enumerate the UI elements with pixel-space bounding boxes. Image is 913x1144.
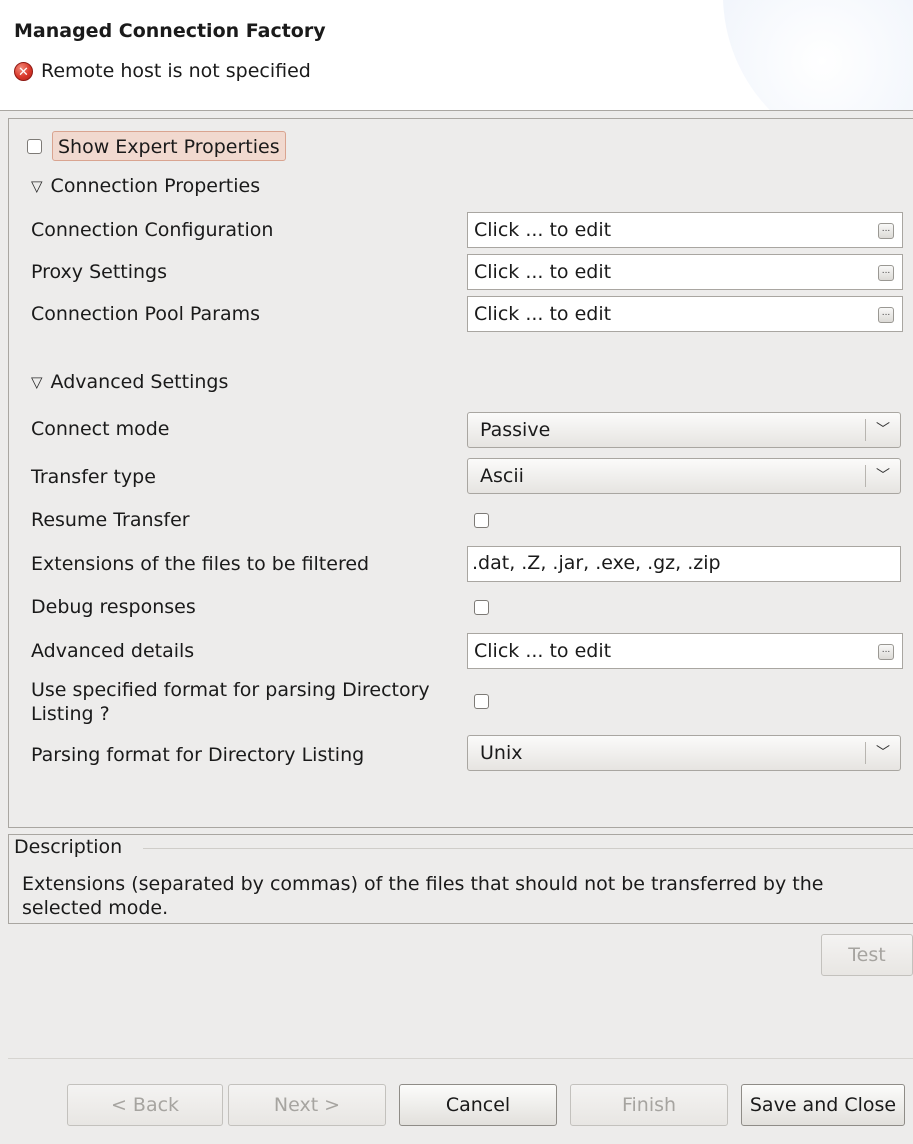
field-value: Click ... to edit [474, 261, 612, 283]
use-format-label: Use specified format for parsing Directo… [31, 678, 430, 726]
description-title: Description [14, 836, 129, 858]
advanced-details-field[interactable]: Click ... to edit ... [467, 633, 903, 669]
description-line: selected mode. [22, 897, 169, 919]
finish-button[interactable]: Finish [570, 1084, 728, 1126]
use-format-label-line: Use specified format for parsing Directo… [31, 679, 430, 701]
extensions-field[interactable] [467, 546, 901, 582]
field-value: Click ... to edit [474, 640, 612, 662]
status-message: ✕ Remote host is not specified [14, 60, 311, 82]
connect-mode-label: Connect mode [31, 418, 170, 440]
ellipsis-button-icon[interactable]: ... [878, 644, 894, 660]
section-title: Connection Properties [50, 175, 261, 197]
ellipsis-button-icon[interactable]: ... [878, 265, 894, 281]
debug-responses-checkbox[interactable] [474, 600, 489, 615]
cancel-button[interactable]: Cancel [399, 1084, 557, 1126]
section-title: Advanced Settings [50, 371, 229, 393]
chevron-down-icon: ﹀ [876, 468, 890, 484]
advanced-details-label: Advanced details [31, 640, 195, 662]
chevron-down-icon: ﹀ [876, 745, 890, 761]
use-format-checkbox[interactable] [474, 694, 489, 709]
field-value: Click ... to edit [474, 303, 612, 325]
select-value: Ascii [480, 465, 524, 487]
parsing-format-label: Parsing format for Directory Listing [31, 744, 365, 766]
chevron-down-icon: ﹀ [876, 422, 890, 438]
parsing-format-select[interactable]: Unix ﹀ [467, 735, 901, 771]
connection-properties-toggle[interactable]: ▽ Connection Properties [31, 175, 260, 197]
show-expert-checkbox[interactable] [27, 139, 42, 154]
transfer-type-label: Transfer type [31, 466, 156, 488]
connection-configuration-field[interactable]: Click ... to edit ... [467, 212, 903, 248]
header-decoration [723, 0, 913, 110]
transfer-type-select[interactable]: Ascii ﹀ [467, 458, 901, 494]
description-line: Extensions (separated by commas) of the … [22, 873, 824, 895]
triangle-down-icon: ▽ [31, 177, 43, 195]
extensions-input[interactable] [472, 552, 892, 574]
wizard-header: Managed Connection Factory ✕ Remote host… [0, 0, 913, 111]
select-separator [865, 419, 866, 441]
connection-pool-params-label: Connection Pool Params [31, 303, 261, 325]
select-value: Unix [480, 742, 523, 764]
page-title: Managed Connection Factory [14, 20, 326, 42]
select-separator [865, 465, 866, 487]
proxy-settings-field[interactable]: Click ... to edit ... [467, 254, 903, 290]
show-expert-label[interactable]: Show Expert Properties [52, 131, 286, 161]
divider [8, 1058, 913, 1059]
ellipsis-button-icon[interactable]: ... [878, 223, 894, 239]
ellipsis-button-icon[interactable]: ... [878, 307, 894, 323]
description-divider [143, 848, 913, 849]
error-icon: ✕ [14, 61, 33, 81]
advanced-settings-toggle[interactable]: ▽ Advanced Settings [31, 371, 228, 393]
debug-responses-label: Debug responses [31, 596, 196, 618]
next-button[interactable]: Next > [228, 1084, 386, 1126]
select-separator [865, 742, 866, 764]
resume-transfer-label: Resume Transfer [31, 509, 190, 531]
status-text: Remote host is not specified [41, 60, 311, 82]
save-and-close-button[interactable]: Save and Close [741, 1084, 905, 1126]
connection-pool-params-field[interactable]: Click ... to edit ... [467, 296, 903, 332]
proxy-settings-label: Proxy Settings [31, 261, 168, 283]
extensions-label: Extensions of the files to be filtered [31, 553, 370, 575]
connection-configuration-label: Connection Configuration [31, 219, 274, 241]
select-value: Passive [480, 419, 551, 441]
back-button[interactable]: < Back [67, 1084, 223, 1126]
use-format-label-line: Listing ? [31, 703, 110, 725]
description-text: Extensions (separated by commas) of the … [22, 872, 902, 920]
connect-mode-select[interactable]: Passive ﹀ [467, 412, 901, 448]
test-button[interactable]: Test [821, 934, 913, 976]
field-value: Click ... to edit [474, 219, 612, 241]
resume-transfer-checkbox[interactable] [474, 513, 489, 528]
triangle-down-icon: ▽ [31, 373, 43, 391]
